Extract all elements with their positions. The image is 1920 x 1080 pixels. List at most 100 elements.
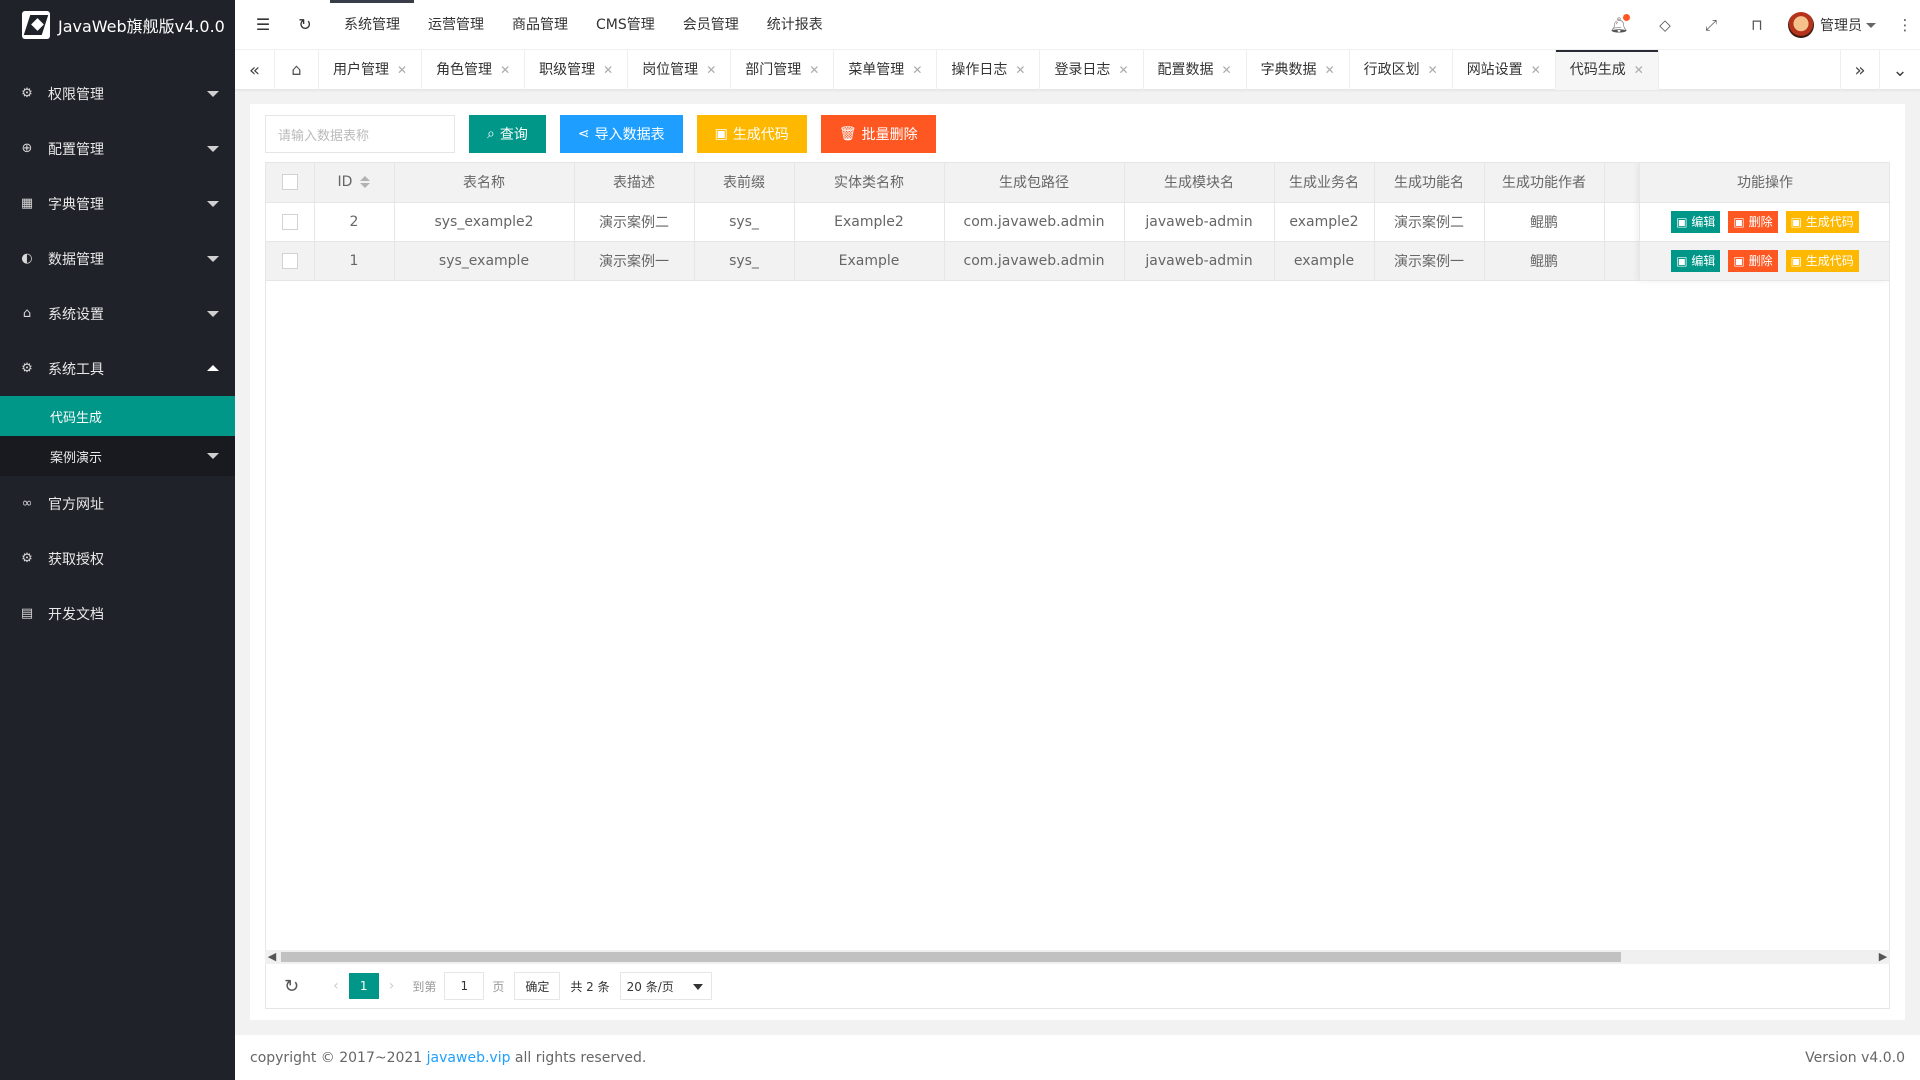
edit-button[interactable]: ▣ 编辑 bbox=[1671, 210, 1721, 233]
nav-system[interactable]: 系统管理 bbox=[330, 0, 414, 50]
more-icon[interactable]: ⋮ bbox=[1890, 0, 1920, 50]
sidebar-item-website[interactable]: ∞ 官方网址 bbox=[0, 476, 235, 531]
tab-item[interactable]: 部门管理 ✕ bbox=[731, 50, 835, 90]
close-icon[interactable]: ✕ bbox=[1531, 50, 1541, 90]
table-row[interactable]: 2 sys_example2 演示案例二 sys_ Example2 com.j… bbox=[266, 202, 1647, 242]
nav-cms[interactable]: CMS管理 bbox=[582, 0, 669, 50]
sidebar-item-docs[interactable]: ▤ 开发文档 bbox=[0, 586, 235, 641]
close-icon[interactable]: ✕ bbox=[1325, 50, 1335, 90]
query-button[interactable]: ⌕ 查询 bbox=[469, 115, 546, 153]
caret-down-icon bbox=[207, 201, 219, 207]
tab-item[interactable]: 职级管理 ✕ bbox=[525, 50, 629, 90]
close-icon[interactable]: ✕ bbox=[397, 50, 407, 90]
tab-label: 角色管理 bbox=[436, 62, 493, 78]
prev-page-icon[interactable]: ‹ bbox=[333, 978, 339, 994]
tab-item[interactable]: 岗位管理 ✕ bbox=[628, 50, 732, 90]
fullscreen-icon[interactable]: ⤢ bbox=[1688, 0, 1734, 50]
tab-item[interactable]: 角色管理 ✕ bbox=[422, 50, 526, 90]
close-icon[interactable]: ✕ bbox=[912, 50, 922, 90]
generate-code-row-button[interactable]: ▣ 生成代码 bbox=[1785, 249, 1859, 272]
row-checkbox[interactable] bbox=[281, 252, 298, 269]
horizontal-scrollbar[interactable]: ◀ ▶ bbox=[265, 950, 1890, 964]
close-icon[interactable]: ✕ bbox=[1222, 50, 1232, 90]
sidebar-item-config[interactable]: ⊕ 配置管理 bbox=[0, 121, 235, 176]
import-table-button[interactable]: ⋖ 导入数据表 bbox=[559, 115, 683, 153]
batch-delete-button[interactable]: 🗑︎ 批量删除 bbox=[820, 115, 936, 153]
tab-item[interactable]: 操作日志 ✕ bbox=[937, 50, 1041, 90]
tag-icon[interactable]: ◇ bbox=[1642, 0, 1688, 50]
scroll-left-arrow-icon[interactable]: ◀ bbox=[265, 950, 279, 964]
page-number-input[interactable]: 1 bbox=[444, 972, 485, 1000]
table-cell: javaweb-admin bbox=[1124, 241, 1275, 281]
tabs-scroll-right-icon[interactable]: » bbox=[1840, 50, 1880, 90]
menu-toggle-icon[interactable]: ☰ bbox=[253, 14, 273, 34]
close-icon[interactable]: ✕ bbox=[1634, 50, 1644, 90]
sort-icon[interactable] bbox=[360, 176, 371, 189]
delete-button[interactable]: ▣ 删除 bbox=[1728, 249, 1778, 272]
sidebar-item-settings[interactable]: ⌂ 系统设置 bbox=[0, 286, 235, 341]
delete-button[interactable]: ▣ 删除 bbox=[1728, 210, 1778, 233]
app-logo[interactable]: JavaWeb旗舰版v4.0.0 bbox=[0, 0, 235, 50]
row-checkbox[interactable] bbox=[281, 213, 298, 230]
refresh-icon[interactable]: ↻ bbox=[295, 14, 315, 34]
tab-item[interactable]: 配置数据 ✕ bbox=[1144, 50, 1247, 90]
generate-code-button[interactable]: ▣ 生成代码 bbox=[696, 115, 807, 153]
logo-icon bbox=[22, 11, 50, 39]
scrollbar-thumb[interactable] bbox=[281, 952, 1621, 962]
close-icon[interactable]: ✕ bbox=[603, 50, 613, 90]
user-menu[interactable]: 管理员 bbox=[1780, 0, 1890, 50]
next-page-icon[interactable]: › bbox=[389, 978, 395, 994]
refresh-icon[interactable]: ↻ bbox=[284, 976, 299, 997]
search-input[interactable] bbox=[265, 115, 455, 153]
sidebar-item-dict[interactable]: ▦ 字典管理 bbox=[0, 176, 235, 231]
chevron-down-icon bbox=[1866, 22, 1876, 28]
scroll-right-arrow-icon[interactable]: ▶ bbox=[1876, 950, 1890, 964]
nav-products[interactable]: 商品管理 bbox=[498, 0, 582, 50]
table-row[interactable]: 1 sys_example 演示案例一 sys_ Example com.jav… bbox=[266, 241, 1647, 281]
sidebar-item-license[interactable]: ⚙ 获取授权 bbox=[0, 531, 235, 586]
site-link[interactable]: javaweb.vip bbox=[427, 1050, 511, 1066]
nav-members[interactable]: 会员管理 bbox=[669, 0, 753, 50]
bell-icon[interactable]: 🔔︎ bbox=[1596, 0, 1642, 50]
current-page[interactable]: 1 bbox=[348, 973, 379, 999]
tab-item[interactable]: 用户管理 ✕ bbox=[319, 50, 423, 90]
sidebar-item-label: 配置管理 bbox=[48, 141, 104, 158]
sidebar-item-data[interactable]: ◐ 数据管理 bbox=[0, 231, 235, 286]
sidebar-item-permission[interactable]: ⚙ 权限管理 bbox=[0, 66, 235, 121]
tabs-menu-chevron-icon[interactable]: ⌄ bbox=[1880, 50, 1920, 90]
sidebar-subitem-codegen[interactable]: 代码生成 bbox=[0, 396, 235, 436]
tab-item-active[interactable]: 代码生成 ✕ bbox=[1555, 50, 1659, 90]
table-cell: example2 bbox=[1274, 202, 1375, 242]
page-size-select[interactable]: 20 条/页 bbox=[619, 972, 712, 1000]
table-cell: 1 bbox=[314, 241, 395, 281]
row-select-cell[interactable] bbox=[266, 202, 315, 242]
tab-item[interactable]: 字典数据 ✕ bbox=[1247, 50, 1350, 90]
sidebar-item-label: 数据管理 bbox=[48, 251, 104, 268]
close-icon[interactable]: ✕ bbox=[1015, 50, 1025, 90]
sidebar-subitem-examples[interactable]: 案例演示 bbox=[0, 436, 235, 476]
lock-icon[interactable]: ⊓ bbox=[1734, 0, 1780, 50]
tab-item[interactable]: 行政区划 ✕ bbox=[1350, 50, 1453, 90]
nav-operations[interactable]: 运营管理 bbox=[414, 0, 498, 50]
tab-item[interactable]: 登录日志 ✕ bbox=[1040, 50, 1144, 90]
goto-confirm-button[interactable]: 确定 bbox=[514, 972, 561, 1000]
select-all-checkbox[interactable] bbox=[281, 174, 298, 191]
tab-item[interactable]: 菜单管理 ✕ bbox=[834, 50, 938, 90]
nav-reports[interactable]: 统计报表 bbox=[753, 0, 837, 50]
close-icon[interactable]: ✕ bbox=[1428, 50, 1438, 90]
select-all-cell[interactable] bbox=[266, 163, 315, 203]
tab-item[interactable]: 网站设置 ✕ bbox=[1453, 50, 1556, 90]
tabs-scroll-left-icon[interactable]: « bbox=[235, 50, 275, 90]
close-icon[interactable]: ✕ bbox=[500, 50, 510, 90]
copyright-suffix: all rights reserved. bbox=[510, 1049, 647, 1066]
close-icon[interactable]: ✕ bbox=[1118, 50, 1128, 90]
close-icon[interactable]: ✕ bbox=[706, 50, 716, 90]
generate-code-row-button[interactable]: ▣ 生成代码 bbox=[1785, 210, 1859, 233]
table-cell: Example2 bbox=[794, 202, 945, 242]
row-select-cell[interactable] bbox=[266, 241, 315, 281]
edit-button[interactable]: ▣ 编辑 bbox=[1671, 249, 1721, 272]
sidebar-item-tools[interactable]: ⚙ 系统工具 bbox=[0, 341, 235, 396]
close-icon[interactable]: ✕ bbox=[809, 50, 819, 90]
tab-home[interactable]: ⌂ bbox=[275, 50, 319, 90]
column-header-id[interactable]: ID bbox=[314, 163, 395, 203]
